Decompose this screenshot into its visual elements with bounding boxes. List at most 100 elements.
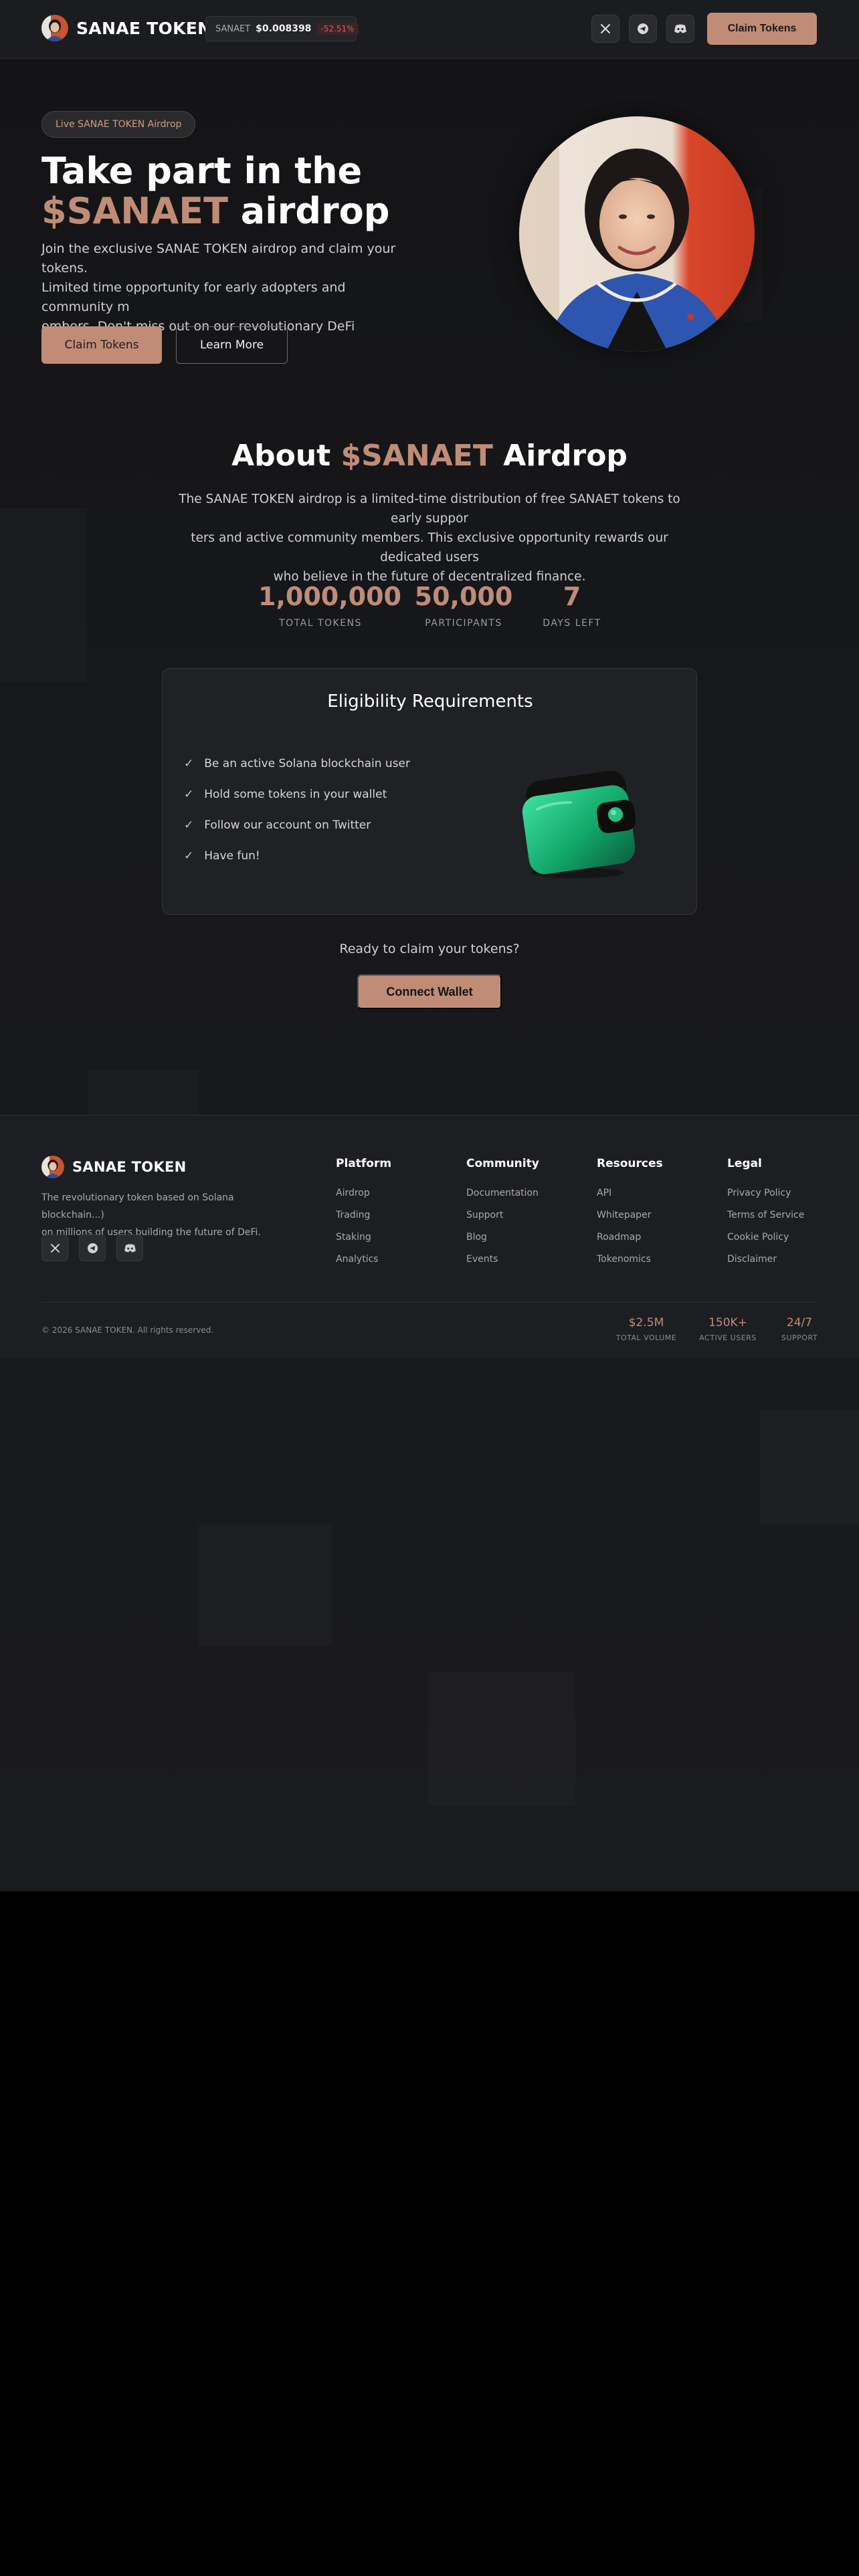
hero-title-accent: $SANAET bbox=[41, 190, 228, 233]
bg-tile bbox=[428, 1672, 575, 1806]
logo-avatar bbox=[41, 15, 68, 41]
hero-desc-line: Limited time opportunity for early adopt… bbox=[41, 280, 346, 314]
footer-link[interactable]: Support bbox=[466, 1210, 539, 1220]
stat-value: 7 bbox=[563, 582, 581, 611]
eligibility-title: Eligibility Requirements bbox=[327, 691, 533, 712]
footer-link[interactable]: Cookie Policy bbox=[727, 1232, 804, 1243]
footer-stat-label: SUPPORT bbox=[781, 1333, 818, 1342]
hero-title-rest: airdrop bbox=[227, 190, 390, 233]
ticker-symbol: SANAET bbox=[215, 23, 251, 34]
footer-column-community: Community Documentation Support Blog Eve… bbox=[466, 1157, 539, 1276]
footer-link[interactable]: Events bbox=[466, 1254, 539, 1265]
check-icon: ✓ bbox=[184, 819, 194, 832]
footer-link[interactable]: API bbox=[597, 1188, 663, 1198]
stat-label: PARTICIPANTS bbox=[425, 618, 502, 629]
bg-tile bbox=[760, 1411, 859, 1525]
price-ticker: SANAET $0.008398 -52.51% bbox=[205, 16, 359, 41]
x-icon bbox=[50, 1243, 60, 1253]
about-desc-line: ters and active community members. This … bbox=[191, 531, 668, 564]
footer-column-legal: Legal Privacy Policy Terms of Service Co… bbox=[727, 1157, 804, 1276]
ticker-price: $0.008398 bbox=[256, 23, 312, 34]
site-header: SANAE TOKEN SANAET $0.008398 -52.51% Cla… bbox=[0, 0, 859, 59]
discord-icon bbox=[124, 1243, 136, 1252]
footer-stat-support: 24/7 SUPPORT bbox=[776, 1316, 823, 1342]
bg-tile bbox=[198, 1525, 332, 1645]
requirement-text: Be an active Solana blockchain user bbox=[204, 757, 411, 770]
hero-title-line1: Take part in the bbox=[41, 150, 363, 192]
footer-stat-label: TOTAL VOLUME bbox=[615, 1333, 677, 1342]
footer-column-title: Community bbox=[466, 1157, 539, 1170]
stat-label: DAYS LEFT bbox=[543, 618, 601, 629]
requirement-text: Hold some tokens in your wallet bbox=[204, 788, 387, 801]
wallet-icon bbox=[522, 770, 636, 878]
ready-text: Ready to claim your tokens? bbox=[339, 942, 520, 956]
check-icon: ✓ bbox=[184, 757, 194, 770]
footer-logo[interactable]: SANAE TOKEN bbox=[41, 1156, 187, 1178]
requirement-item: ✓ Be an active Solana blockchain user bbox=[184, 757, 410, 770]
footer-column-resources: Resources API Whitepaper Roadmap Tokenom… bbox=[597, 1157, 663, 1276]
footer-stat-volume: $2.5M TOTAL VOLUME bbox=[615, 1316, 677, 1342]
hero-title: Take part in the $SANAET airdrop bbox=[41, 150, 390, 233]
footer-link[interactable]: Documentation bbox=[466, 1188, 539, 1198]
footer-stat-value: 24/7 bbox=[786, 1316, 813, 1329]
footer-link[interactable]: Blog bbox=[466, 1232, 539, 1243]
live-airdrop-badge: Live SANAE TOKEN Airdrop bbox=[41, 111, 196, 138]
stat-value: 50,000 bbox=[414, 582, 513, 611]
header-claim-button[interactable]: Claim Tokens bbox=[707, 13, 817, 45]
footer-link[interactable]: Analytics bbox=[336, 1254, 391, 1265]
hero-portrait bbox=[519, 116, 755, 352]
about-title-accent: $SANAET bbox=[341, 439, 493, 473]
footer-column-title: Resources bbox=[597, 1157, 663, 1170]
footer-column-title: Platform bbox=[336, 1157, 392, 1170]
about-desc-line: The SANAE TOKEN airdrop is a limited-tim… bbox=[179, 492, 680, 526]
learn-more-button[interactable]: Learn More bbox=[176, 326, 288, 364]
requirement-item: ✓ Hold some tokens in your wallet bbox=[184, 788, 387, 801]
discord-social-button[interactable] bbox=[666, 15, 694, 43]
stat-value: 1,000,000 bbox=[258, 582, 401, 611]
footer-logo-avatar bbox=[41, 1156, 64, 1178]
requirement-text: Follow our account on Twitter bbox=[204, 819, 371, 832]
stat-days-left: 7 DAYS LEFT bbox=[535, 582, 609, 629]
ticker-change: -52.51% bbox=[316, 23, 359, 35]
stat-label: TOTAL TOKENS bbox=[279, 618, 362, 629]
requirement-text: Have fun! bbox=[204, 849, 260, 863]
about-title-pre: About bbox=[231, 439, 341, 473]
footer-divider bbox=[41, 1302, 818, 1303]
brand-logo[interactable]: SANAE TOKEN bbox=[41, 15, 211, 41]
footer-desc-line: The revolutionary token based on Solana … bbox=[41, 1192, 234, 1220]
check-icon: ✓ bbox=[184, 788, 194, 801]
telegram-icon bbox=[87, 1243, 98, 1253]
page: SANAE TOKEN SANAET $0.008398 -52.51% Cla… bbox=[0, 0, 859, 1891]
about-title-post: Airdrop bbox=[492, 439, 628, 473]
hero-desc-line: Join the exclusive SANAE TOKEN airdrop a… bbox=[41, 241, 396, 276]
footer-link[interactable]: Terms of Service bbox=[727, 1210, 804, 1220]
discord-icon bbox=[674, 24, 686, 33]
footer-logo-text: SANAE TOKEN bbox=[72, 1159, 187, 1175]
footer-link[interactable]: Staking bbox=[336, 1232, 391, 1243]
telegram-social-button[interactable] bbox=[629, 15, 657, 43]
footer-link[interactable]: Whitepaper bbox=[597, 1210, 663, 1220]
hero-claim-button[interactable]: Claim Tokens bbox=[41, 326, 162, 364]
x-icon bbox=[601, 24, 610, 33]
footer-link[interactable]: Disclaimer bbox=[727, 1254, 804, 1265]
footer-x-button[interactable] bbox=[41, 1235, 68, 1261]
footer-link[interactable]: Privacy Policy bbox=[727, 1188, 804, 1198]
footer-link[interactable]: Trading bbox=[336, 1210, 391, 1220]
footer-telegram-button[interactable] bbox=[79, 1235, 106, 1261]
footer-description: The revolutionary token based on Solana … bbox=[41, 1189, 289, 1241]
footer-stat-users: 150K+ ACTIVE USERS bbox=[696, 1316, 760, 1342]
bg-tile bbox=[0, 508, 87, 682]
stat-participants: 50,000 PARTICIPANTS bbox=[411, 582, 516, 629]
telegram-icon bbox=[638, 23, 648, 34]
footer-link[interactable]: Tokenomics bbox=[597, 1254, 663, 1265]
eligibility-card: Eligibility Requirements ✓ Be an active … bbox=[162, 668, 697, 915]
footer-link[interactable]: Roadmap bbox=[597, 1232, 663, 1243]
footer-discord-button[interactable] bbox=[116, 1235, 143, 1261]
site-footer: SANAE TOKEN The revolutionary token base… bbox=[0, 1115, 859, 1358]
connect-wallet-button[interactable]: Connect Wallet bbox=[357, 974, 502, 1009]
about-description: The SANAE TOKEN airdrop is a limited-tim… bbox=[169, 490, 690, 586]
footer-link[interactable]: Airdrop bbox=[336, 1188, 391, 1198]
footer-column-title: Legal bbox=[727, 1157, 762, 1170]
copyright-text: © 2026 SANAE TOKEN. All rights reserved. bbox=[41, 1325, 214, 1335]
x-social-button[interactable] bbox=[591, 15, 619, 43]
